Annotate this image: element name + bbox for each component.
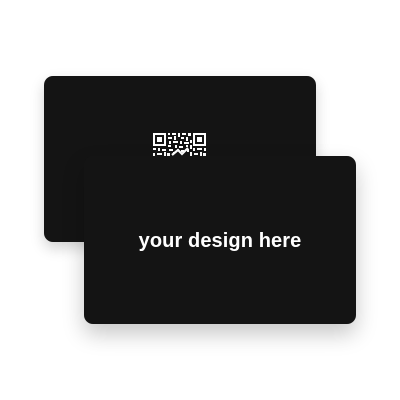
design-placeholder-text: your design here	[138, 230, 302, 252]
qr-code-graphic	[153, 133, 206, 156]
qr-code-icon	[153, 133, 206, 156]
card-front: your design here	[84, 156, 356, 324]
product-mockup: your design here	[0, 0, 400, 400]
